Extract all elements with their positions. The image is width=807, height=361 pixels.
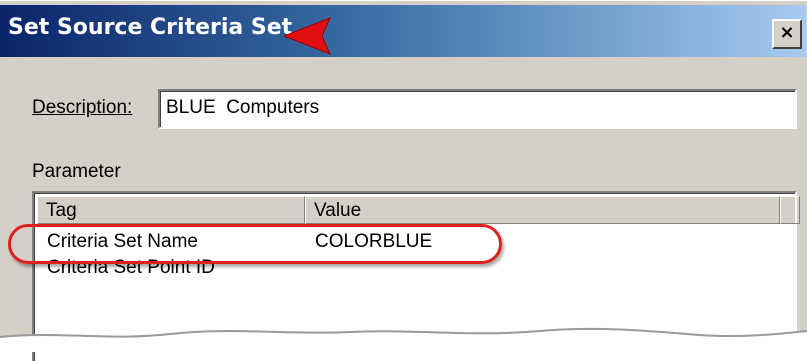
close-icon: ×	[779, 22, 795, 43]
description-label: Description:	[32, 97, 132, 119]
torn-edge	[0, 327, 807, 352]
tag-cell: Criteria Set Point ID	[47, 257, 215, 278]
red-arrow-annotation-icon	[284, 17, 331, 55]
parameter-label-text: Parameter	[32, 161, 121, 182]
description-field[interactable]: BLUE Computers	[158, 89, 797, 129]
title-bar[interactable]: Set Source Criteria Set ×	[0, 5, 806, 57]
table-row[interactable]: Criteria Set Point ID	[37, 257, 777, 283]
close-button[interactable]: ×	[772, 19, 802, 49]
table-row[interactable]: Criteria Set Name COLORBLUE	[37, 231, 777, 257]
value-cell: COLORBLUE	[315, 231, 433, 252]
set-source-criteria-set-dialog: Set Source Criteria Set × Description: B…	[0, 0, 807, 361]
parameter-label: Parameter	[32, 161, 121, 183]
description-label-text: Description:	[32, 97, 133, 118]
column-header-value[interactable]: Value	[305, 196, 780, 224]
column-header-tag[interactable]: Tag	[37, 196, 305, 224]
column-header-filler	[780, 196, 800, 224]
list-header: Tag Value	[37, 196, 800, 224]
window-title: Set Source Criteria Set	[8, 15, 293, 40]
tag-cell: Criteria Set Name	[47, 231, 198, 252]
